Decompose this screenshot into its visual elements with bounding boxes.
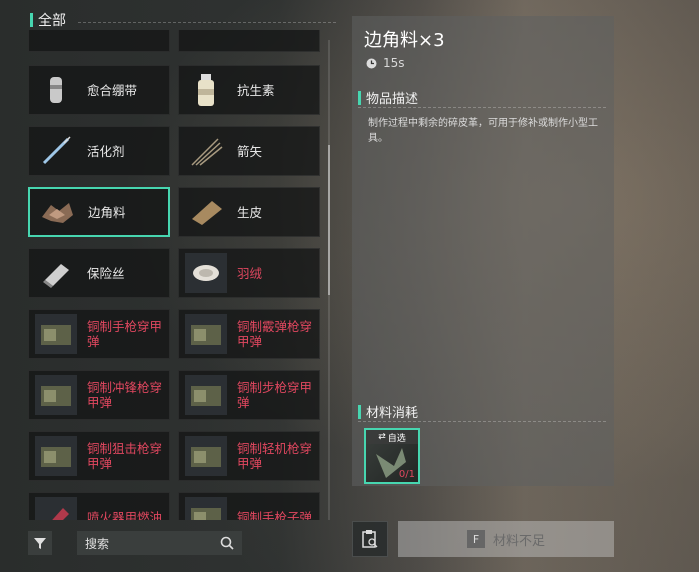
item-card-arrows[interactable]: 箭矢 xyxy=(178,126,320,176)
search-icon xyxy=(220,536,234,550)
item-label: 活化剂 xyxy=(87,143,125,159)
item-card-ammo[interactable]: 铜制手枪子弹 xyxy=(178,492,320,520)
item-label: 边角料 xyxy=(88,204,126,220)
item-title: 边角料×3 xyxy=(364,30,445,51)
rawhide-icon xyxy=(185,192,227,232)
item-detail-panel: 边角料×3 15s 物品描述 制作过程中剩余的碎皮革，可用于修补或制作小型工具。… xyxy=(352,16,614,486)
item-label: 生皮 xyxy=(237,204,263,220)
item-card[interactable] xyxy=(178,30,320,52)
craft-button-label: 材料不足 xyxy=(492,533,545,549)
search-placeholder: 搜索 xyxy=(85,536,110,551)
search-input[interactable]: 搜索 xyxy=(77,531,242,555)
fuel-canister-icon xyxy=(35,497,77,520)
item-label: 羽绒 xyxy=(237,265,263,281)
item-card-ammo[interactable]: 铜制冲锋枪穿甲弹 xyxy=(28,370,170,420)
filter-icon xyxy=(34,538,46,549)
divider xyxy=(358,421,606,422)
item-card-bandage[interactable]: 愈合绷带 xyxy=(28,65,170,115)
partial-item-icon xyxy=(185,30,227,47)
scrollbar-thumb[interactable] xyxy=(328,145,330,295)
recipe-info-button[interactable] xyxy=(352,521,388,557)
partial-item-icon xyxy=(35,30,77,47)
item-label: 保险丝 xyxy=(87,265,125,281)
description-header-label: 物品描述 xyxy=(366,92,419,107)
item-card-ammo[interactable]: 铜制轻机枪穿甲弹 xyxy=(178,431,320,481)
item-label: 铜制手枪子弹 xyxy=(237,509,313,521)
item-list-panel: 全部 愈合绷带 抗生素 活化剂 箭矢 边角料 生皮 保险丝 羽绒 铜制手枪穿甲弹… xyxy=(18,0,338,572)
craft-time-value: 15s xyxy=(383,56,405,70)
item-description: 制作过程中剩余的碎皮革，可用于修补或制作小型工具。 xyxy=(368,118,598,144)
item-label: 铜制步枪穿甲弹 xyxy=(237,380,313,410)
ammo-box-icon xyxy=(35,436,77,476)
accent-bar xyxy=(30,13,33,27)
item-label: 铜制手枪穿甲弹 xyxy=(87,319,163,349)
craft-button[interactable]: F 材料不足 xyxy=(398,521,614,557)
antibiotic-bottle-icon xyxy=(185,70,227,110)
item-label: 抗生素 xyxy=(237,82,275,98)
arrows-icon xyxy=(185,131,227,171)
filter-button[interactable] xyxy=(28,531,52,555)
item-card-activator[interactable]: 活化剂 xyxy=(28,126,170,176)
syringe-icon xyxy=(35,131,77,171)
item-card-fuel[interactable]: 喷火器用燃油 xyxy=(28,492,170,520)
material-count: 0/1 xyxy=(398,469,415,480)
item-card-fuse[interactable]: 保险丝 xyxy=(28,248,170,298)
item-card-ammo[interactable]: 铜制霰弹枪穿甲弹 xyxy=(178,309,320,359)
item-label: 箭矢 xyxy=(237,143,263,159)
item-card-ammo[interactable]: 铜制狙击枪穿甲弹 xyxy=(28,431,170,481)
materials-header-label: 材料消耗 xyxy=(366,406,419,421)
down-feather-icon xyxy=(185,253,227,293)
bandage-icon xyxy=(35,70,77,110)
category-header: 全部 xyxy=(30,10,66,30)
item-label: 铜制轻机枪穿甲弹 xyxy=(237,441,313,471)
ammo-box-icon xyxy=(35,375,77,415)
item-grid: 愈合绷带 抗生素 活化剂 箭矢 边角料 生皮 保险丝 羽绒 铜制手枪穿甲弹 铜制… xyxy=(28,30,324,520)
accent-bar xyxy=(358,404,361,419)
item-card[interactable] xyxy=(28,30,170,52)
divider xyxy=(78,22,336,23)
swap-icon: ⇄ xyxy=(378,432,386,442)
clock-icon xyxy=(366,58,377,68)
craft-time: 15s xyxy=(366,56,405,70)
ammo-box-icon xyxy=(185,436,227,476)
keybind-hint: F xyxy=(466,530,485,548)
item-card-down[interactable]: 羽绒 xyxy=(178,248,320,298)
auto-select-label: 自选 xyxy=(387,433,406,444)
ammo-box-icon xyxy=(185,375,227,415)
item-card-scraps[interactable]: 边角料 xyxy=(28,187,170,237)
accent-bar xyxy=(358,90,361,105)
ammo-box-icon xyxy=(185,497,227,520)
item-label: 铜制冲锋枪穿甲弹 xyxy=(87,380,163,410)
item-card-ammo[interactable]: 铜制步枪穿甲弹 xyxy=(178,370,320,420)
item-card-ammo[interactable]: 铜制手枪穿甲弹 xyxy=(28,309,170,359)
material-slot[interactable]: ⇄ 自选 0/1 xyxy=(364,428,420,484)
item-label: 喷火器用燃油 xyxy=(87,509,163,521)
ammo-box-icon xyxy=(185,314,227,354)
item-card-antibiotic[interactable]: 抗生素 xyxy=(178,65,320,115)
clipboard-search-icon xyxy=(362,530,378,548)
ammo-box-icon xyxy=(35,314,77,354)
divider xyxy=(358,107,606,108)
scraps-icon xyxy=(36,192,78,232)
fuse-icon xyxy=(35,253,77,293)
item-label: 铜制狙击枪穿甲弹 xyxy=(87,441,163,471)
category-title: 全部 xyxy=(38,13,66,29)
item-label: 铜制霰弹枪穿甲弹 xyxy=(237,319,313,349)
item-label: 愈合绷带 xyxy=(87,82,138,98)
description-header: 物品描述 xyxy=(358,88,606,108)
auto-select-badge[interactable]: ⇄ 自选 xyxy=(366,430,418,444)
materials-header: 材料消耗 xyxy=(358,402,606,422)
item-card-rawhide[interactable]: 生皮 xyxy=(178,187,320,237)
